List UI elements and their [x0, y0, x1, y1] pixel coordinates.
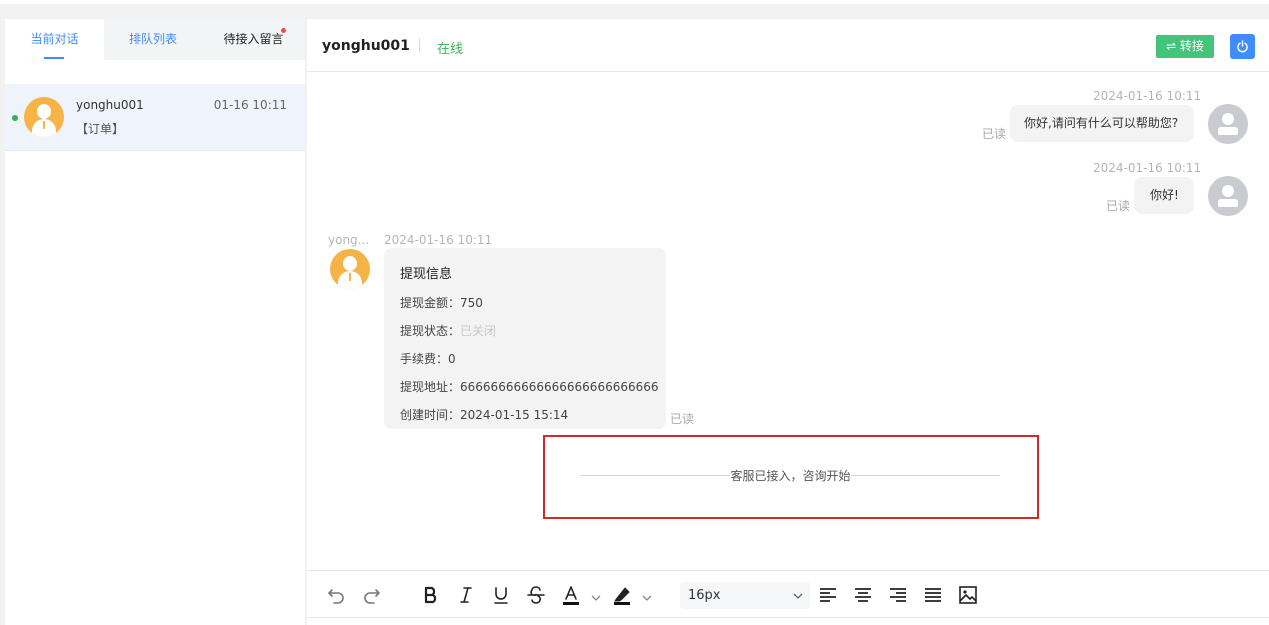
- sender-name: yong...: [328, 233, 370, 247]
- withdrawal-info-card: 提现信息 提现金额：750 提现状态：已关闭 手续费：0 提现地址：666666…: [384, 248, 666, 429]
- bold-button[interactable]: [420, 584, 442, 606]
- justify-button[interactable]: [922, 584, 944, 606]
- header-divider: [419, 38, 420, 53]
- chevron-down-icon: [642, 595, 652, 601]
- message-bubble: 你好!: [1134, 177, 1194, 214]
- agent-avatar: [1208, 104, 1248, 144]
- row-value: 0: [448, 352, 456, 366]
- read-receipt: 已读: [1106, 199, 1131, 213]
- divider-line: [851, 475, 1000, 476]
- power-icon: [1237, 40, 1248, 53]
- insert-image-button[interactable]: [957, 584, 979, 606]
- justify-icon: [925, 588, 941, 602]
- editor-toolbar: 16px: [307, 570, 1269, 618]
- card-row-created: 创建时间：2024-01-15 15:14: [400, 406, 568, 423]
- row-label: 手续费：: [400, 352, 449, 366]
- chat-header: yonghu001 在线 ⇌ 转接: [307, 19, 1269, 72]
- active-tab-indicator: [44, 57, 64, 59]
- row-value: 2024-01-15 15:14: [460, 408, 569, 422]
- tab-pending-messages[interactable]: 待接入留言: [202, 19, 305, 60]
- align-left-button[interactable]: [817, 584, 839, 606]
- conversation-sidebar: 当前对话 排队列表 待接入留言 yonghu001 01-16 10:11 【订…: [5, 19, 305, 625]
- sidebar-spacer: [5, 60, 305, 84]
- align-right-button[interactable]: [887, 584, 909, 606]
- online-status: 在线: [437, 42, 464, 57]
- avatar: [24, 97, 64, 137]
- unread-dot: [281, 28, 286, 33]
- undo-button[interactable]: [325, 584, 347, 606]
- system-notice-highlight: 客服已接入，咨询开始: [543, 435, 1039, 519]
- font-color-button[interactable]: [560, 584, 582, 606]
- row-label: 提现地址：: [400, 380, 461, 394]
- font-size-value: 16px: [688, 588, 721, 603]
- online-indicator: [12, 115, 18, 121]
- conversation-time: 01-16 10:11: [213, 98, 287, 112]
- undo-icon: [328, 589, 344, 604]
- tab-label: 待接入留言: [223, 32, 284, 46]
- font-color-icon: [563, 586, 579, 605]
- conversation-preview: 【订单】: [76, 122, 125, 136]
- card-row-amount: 提现金额：750: [400, 294, 483, 311]
- align-center-icon: [855, 588, 871, 602]
- chat-panel: yonghu001 在线 ⇌ 转接 2024-01-16 10:11 已读 你好…: [307, 19, 1269, 625]
- message-time: 2024-01-16 10:11: [384, 233, 493, 247]
- chevron-down-icon: [793, 593, 803, 599]
- message-time: 2024-01-16 10:11: [1093, 161, 1202, 175]
- redo-button[interactable]: [361, 584, 383, 606]
- tab-current-conversations[interactable]: 当前对话: [5, 19, 104, 60]
- top-strip: [0, 0, 1269, 4]
- card-row-address: 提现地址：66666666666666666666666666: [400, 378, 659, 395]
- tab-label: 排队列表: [128, 32, 177, 46]
- end-session-button[interactable]: [1230, 34, 1255, 59]
- message-time: 2024-01-16 10:11: [1093, 89, 1202, 103]
- sidebar-tabs: 当前对话 排队列表 待接入留言: [5, 19, 305, 60]
- chevron-down-icon: [591, 595, 601, 601]
- align-center-button[interactable]: [852, 584, 874, 606]
- divider-line: [580, 475, 730, 476]
- highlight-dropdown[interactable]: [641, 589, 653, 601]
- agent-avatar: [1208, 176, 1248, 216]
- message-bubble: 你好,请问有什么可以帮助您?: [1010, 105, 1194, 142]
- row-label: 提现金额：: [400, 296, 461, 310]
- user-avatar: [330, 249, 370, 289]
- tab-queue-list[interactable]: 排队列表: [104, 19, 202, 60]
- conversation-list-item[interactable]: yonghu001 01-16 10:11 【订单】: [5, 84, 305, 151]
- align-left-icon: [820, 588, 836, 602]
- row-label: 提现状态：: [400, 324, 461, 338]
- chat-user-name: yonghu001: [322, 38, 410, 54]
- customer-service-chat-app: 当前对话 排队列表 待接入留言 yonghu001 01-16 10:11 【订…: [0, 0, 1269, 625]
- row-label: 创建时间：: [400, 408, 461, 422]
- italic-button[interactable]: [455, 584, 477, 606]
- card-title: 提现信息: [400, 267, 453, 282]
- read-receipt: 已读: [670, 412, 695, 426]
- row-value: 66666666666666666666666666: [460, 380, 659, 394]
- align-right-icon: [890, 588, 906, 602]
- read-receipt: 已读: [982, 127, 1007, 141]
- row-value: 已关闭: [460, 324, 497, 338]
- card-row-status: 提现状态：已关闭: [400, 322, 496, 339]
- card-row-fee: 手续费：0: [400, 350, 456, 367]
- system-notice: 客服已接入，咨询开始: [730, 469, 851, 483]
- underline-button[interactable]: [490, 584, 512, 606]
- transfer-button[interactable]: ⇌ 转接: [1156, 35, 1214, 58]
- strikethrough-button[interactable]: [525, 584, 547, 606]
- tab-label: 当前对话: [30, 32, 79, 46]
- image-icon: [959, 586, 977, 604]
- redo-icon: [364, 589, 380, 604]
- highlight-button[interactable]: [611, 584, 633, 606]
- font-color-dropdown[interactable]: [590, 589, 602, 601]
- strikethrough-icon: [527, 586, 545, 604]
- row-value: 750: [460, 296, 483, 310]
- font-size-select[interactable]: 16px: [680, 582, 810, 609]
- highlight-icon: [614, 587, 630, 605]
- conversation-name: yonghu001: [76, 98, 144, 112]
- underline-icon: [494, 587, 508, 604]
- italic-icon: [460, 587, 472, 603]
- bold-icon: [424, 586, 437, 604]
